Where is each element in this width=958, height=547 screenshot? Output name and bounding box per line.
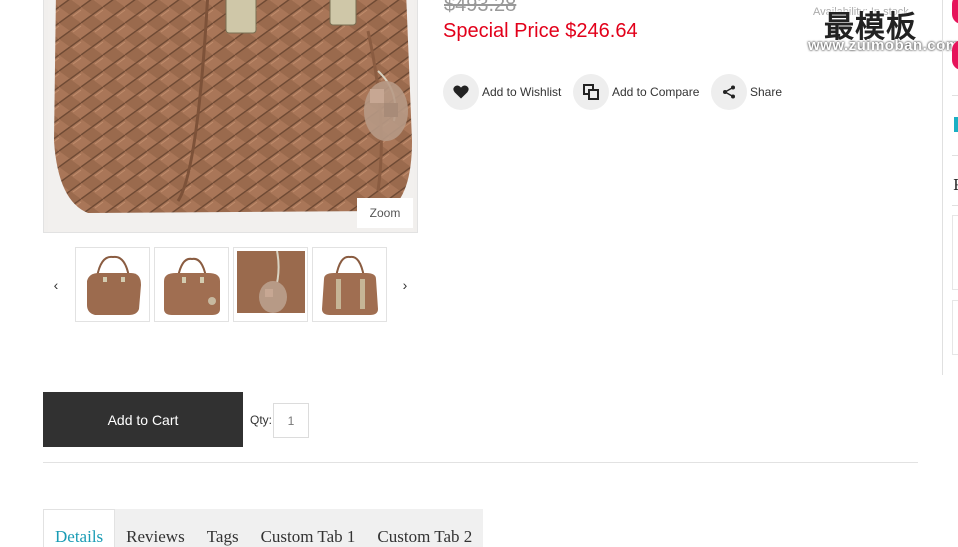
tab-reviews[interactable]: Reviews bbox=[115, 509, 196, 547]
heart-icon bbox=[443, 74, 479, 110]
tab-custom-1[interactable]: Custom Tab 1 bbox=[249, 509, 367, 547]
watermark-url: www.zuimoban.com bbox=[808, 37, 958, 54]
special-price: Special Price $246.64 bbox=[443, 20, 638, 42]
thumbnail-3[interactable] bbox=[233, 247, 308, 322]
bag-thumbnail-image bbox=[158, 251, 226, 319]
sidebar-product-box[interactable] bbox=[952, 215, 958, 290]
compare-label: Add to Compare bbox=[612, 85, 700, 99]
sidebar-badge-2[interactable] bbox=[952, 40, 958, 70]
add-to-compare-link[interactable]: Add to Compare bbox=[573, 73, 699, 111]
sidebar-accent-mark bbox=[954, 117, 958, 132]
bag-thumbnail-image bbox=[79, 251, 147, 319]
share-icon bbox=[711, 74, 747, 110]
thumb-prev-arrow-icon[interactable]: ‹ bbox=[48, 276, 64, 294]
qty-input[interactable] bbox=[273, 403, 309, 438]
sidebar-product-box[interactable] bbox=[952, 300, 958, 355]
qty-label: Qty: bbox=[250, 413, 273, 427]
add-to-wishlist-link[interactable]: Add to Wishlist bbox=[443, 73, 561, 111]
sidebar-divider bbox=[952, 95, 958, 96]
bag-thumbnail-image bbox=[237, 251, 305, 319]
sidebar-divider bbox=[952, 205, 958, 206]
sidebar-badge-1[interactable] bbox=[952, 0, 958, 24]
tab-custom-2[interactable]: Custom Tab 2 bbox=[366, 509, 484, 547]
share-link[interactable]: Share bbox=[711, 73, 782, 111]
sidebar-divider bbox=[952, 155, 958, 156]
product-main-image[interactable]: Zoom bbox=[43, 0, 418, 233]
product-tabs: Details Reviews Tags Custom Tab 1 Custom… bbox=[43, 509, 484, 547]
old-price: $493.28 bbox=[444, 0, 517, 16]
bag-thumbnail-image bbox=[316, 251, 384, 319]
thumbnail-1[interactable] bbox=[75, 247, 150, 322]
right-column-divider bbox=[942, 0, 943, 375]
zoom-button[interactable]: Zoom bbox=[357, 198, 413, 228]
section-divider bbox=[43, 462, 918, 463]
tab-tags[interactable]: Tags bbox=[195, 509, 250, 547]
wishlist-label: Add to Wishlist bbox=[482, 85, 562, 99]
add-to-cart-button[interactable]: Add to Cart bbox=[43, 392, 243, 447]
tab-details[interactable]: Details bbox=[43, 509, 116, 547]
thumbnail-2[interactable] bbox=[154, 247, 229, 322]
share-label: Share bbox=[750, 85, 783, 99]
thumb-next-arrow-icon[interactable]: › bbox=[397, 276, 413, 294]
thumbnail-4[interactable] bbox=[312, 247, 387, 322]
compare-icon bbox=[573, 74, 609, 110]
sidebar-heading: P bbox=[953, 176, 958, 194]
